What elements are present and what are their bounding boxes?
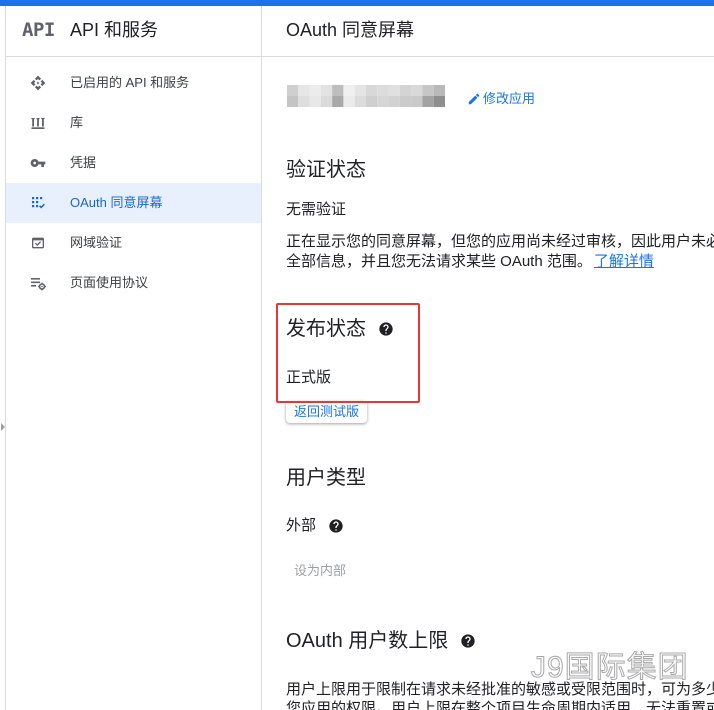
sidebar-item-library[interactable]: 库 (6, 103, 261, 143)
oauth-consent-icon (32, 197, 45, 209)
help-circle-icon[interactable] (328, 518, 344, 534)
sidebar-item-credentials[interactable]: 凭据 (6, 143, 261, 183)
user-cap-heading-text: OAuth 用户数上限 (286, 630, 449, 652)
pencil-icon (468, 93, 480, 105)
api-icon (30, 75, 46, 91)
edit-app-label: 修改应用 (483, 91, 536, 106)
user-type-row: 外部 (286, 516, 344, 536)
user-type-heading-text: 用户类型 (286, 467, 366, 489)
help-circle-icon[interactable] (460, 633, 476, 649)
sidebar-item-label: OAuth 同意屏幕 (70, 195, 163, 210)
app-name-redacted-block (287, 85, 445, 107)
user-cap-description-line: 您应用的权限。用户上限在整个项目生命周期内适用，无法重置或 (286, 700, 714, 710)
edit-app-link[interactable]: 修改应用 (467, 90, 535, 108)
page-title: OAuth 同意屏幕 (286, 20, 415, 40)
verification-description-text: 全部信息，并且您无法请求某些 OAuth 范围。 (286, 253, 592, 270)
help-circle-icon-glyph (461, 634, 475, 648)
key-icon (30, 159, 46, 167)
sidebar-item-page-usage-agreements[interactable]: 页面使用协议 (6, 263, 261, 303)
help-circle-icon[interactable] (378, 321, 394, 337)
sidebar-item-domain-verification[interactable]: 网域验证 (6, 223, 261, 263)
sidebar-item-enabled-apis[interactable]: 已启用的 API 和服务 (6, 63, 261, 103)
sidebar-item-oauth-consent-screen[interactable]: OAuth 同意屏幕 (6, 183, 261, 223)
watermark-text: J9国际集团 (531, 651, 689, 685)
user-cap-heading: OAuth 用户数上限 (286, 628, 476, 654)
make-internal-button[interactable]: 设为内部 (286, 559, 354, 583)
sidebar-item-label: 网域验证 (70, 235, 123, 250)
sidebar-item-label: 库 (70, 115, 84, 130)
back-to-testing-button[interactable]: 返回测试版 (286, 401, 367, 423)
header-divider (6, 56, 714, 57)
verification-description-line: 正在显示您的同意屏幕，但您的应用尚未经过审核，因此用户未必 (286, 233, 714, 250)
user-type-heading: 用户类型 (286, 465, 366, 491)
publishing-status-value: 正式版 (286, 369, 332, 386)
verification-status-value: 无需验证 (286, 201, 347, 218)
library-icon (31, 118, 45, 129)
verification-status-heading-text: 验证状态 (286, 159, 366, 181)
verification-description-line-with-link: 全部信息，并且您无法请求某些 OAuth 范围。 了解详情 (286, 252, 714, 272)
domain-verification-icon (32, 237, 44, 249)
help-circle-icon-glyph (329, 519, 343, 533)
help-circle-icon-glyph (379, 322, 393, 336)
api-logo: API (22, 19, 55, 41)
publishing-status-heading-text: 发布状态 (286, 318, 366, 340)
learn-more-link[interactable]: 了解详情 (594, 253, 654, 270)
sidebar-item-label: 凭据 (70, 155, 97, 170)
verification-description: 正在显示您的同意屏幕，但您的应用尚未经过审核，因此用户未必 全部信息，并且您无法… (286, 232, 714, 272)
sidebar-item-label: 已启用的 API 和服务 (70, 75, 190, 90)
main-content: OAuth 同意屏幕 修改应用 验证状态 无需验证 正在显示您的同意屏幕，但您的… (262, 0, 714, 710)
page-usage-agreements-icon (31, 278, 46, 291)
sidebar-nav: API API 和服务 已启用的 API 和服务 库 凭据 OAuth 同意屏幕… (0, 0, 262, 710)
app-title: API 和服务 (70, 20, 159, 40)
publishing-status-heading: 发布状态 (286, 316, 394, 342)
verification-status-heading: 验证状态 (286, 157, 366, 183)
triangle-right-icon[interactable] (1, 423, 5, 431)
top-app-bar-strip (0, 0, 714, 6)
user-type-value: 外部 (286, 517, 317, 534)
sidebar-item-label: 页面使用协议 (70, 275, 149, 290)
